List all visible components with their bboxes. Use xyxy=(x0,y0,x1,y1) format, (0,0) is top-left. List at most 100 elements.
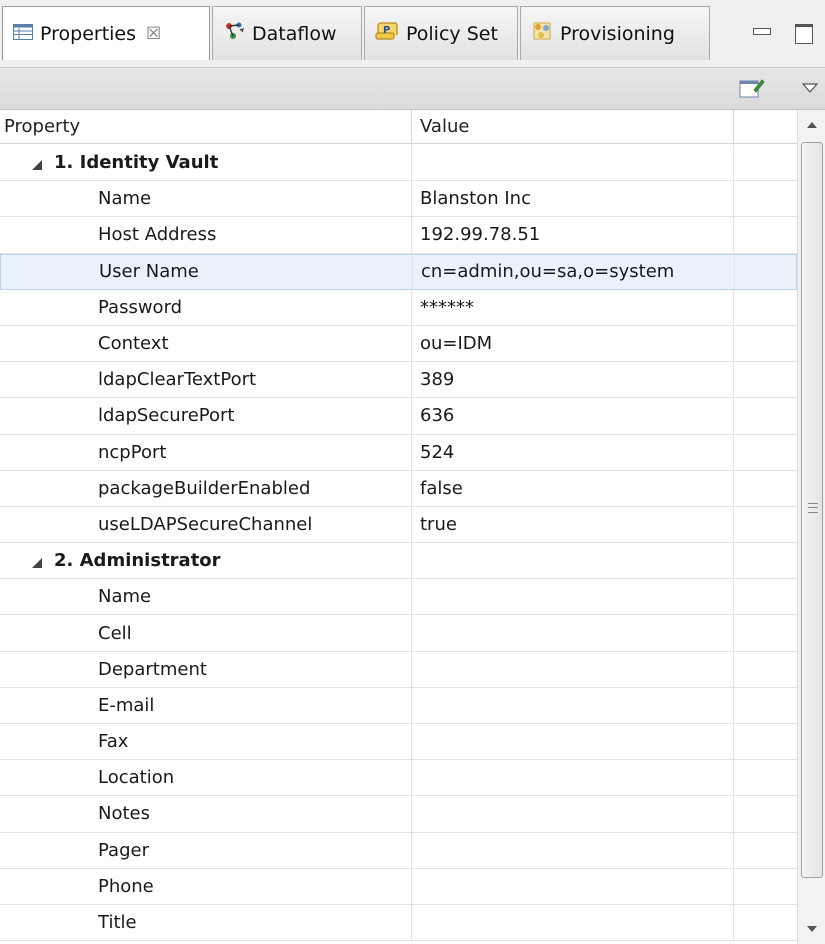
table-row[interactable]: Name xyxy=(0,579,797,616)
property-cell: Name xyxy=(0,579,412,615)
table-row[interactable]: Host Address 192.99.78.51 xyxy=(0,217,797,254)
value-cell[interactable] xyxy=(412,904,734,941)
property-cell: User Name xyxy=(1,254,413,289)
table-body: 1. Identity Vault Name Blanston Inc Host… xyxy=(0,145,797,942)
spacer-cell xyxy=(735,255,797,289)
table-row[interactable]: Password ****** xyxy=(0,289,797,326)
table-row[interactable]: packageBuilderEnabled false xyxy=(0,470,797,507)
properties-table: Property Value 1. Identity Vault Name Bl… xyxy=(0,110,797,944)
spacer-cell xyxy=(734,833,797,868)
value-cell[interactable] xyxy=(412,796,734,832)
value-cell[interactable] xyxy=(412,615,734,651)
property-cell: Name xyxy=(0,181,412,217)
column-header-property[interactable]: Property xyxy=(0,110,412,144)
scroll-down-arrow-icon[interactable] xyxy=(798,914,825,944)
table-row[interactable]: Title xyxy=(0,904,797,942)
property-cell: packageBuilderEnabled xyxy=(0,470,412,506)
spacer-cell xyxy=(734,760,797,795)
table-row[interactable]: ldapSecurePort 636 xyxy=(0,398,797,435)
value-cell[interactable] xyxy=(412,724,734,760)
maximize-icon[interactable] xyxy=(794,22,814,44)
pin-editor-icon[interactable] xyxy=(738,76,766,100)
table-row[interactable]: Name Blanston Inc xyxy=(0,181,797,218)
spacer-cell xyxy=(734,543,797,578)
close-icon[interactable]: ☒ xyxy=(146,24,161,44)
value-cell[interactable] xyxy=(412,651,734,687)
column-header-value[interactable]: Value xyxy=(412,110,734,144)
spacer-cell xyxy=(734,724,797,759)
value-cell[interactable] xyxy=(412,868,734,904)
tab-properties[interactable]: Properties ☒ xyxy=(2,6,210,60)
value-cell[interactable] xyxy=(412,687,734,723)
value-cell[interactable]: 636 xyxy=(412,398,734,434)
value-cell[interactable]: ****** xyxy=(412,289,734,325)
view-tab-bar: Properties ☒ Dataflow P Policy Set Provi… xyxy=(0,0,825,68)
view-menu-icon[interactable] xyxy=(801,80,819,94)
tab-label: Policy Set xyxy=(406,22,498,45)
group-label-cell: 2. Administrator xyxy=(0,543,412,579)
value-cell[interactable] xyxy=(412,579,734,615)
spacer-cell xyxy=(734,652,797,687)
spacer-cell xyxy=(734,905,797,940)
value-cell[interactable]: 389 xyxy=(412,362,734,398)
table-row[interactable]: ncpPort 524 xyxy=(0,434,797,471)
property-cell: ldapClearTextPort xyxy=(0,362,412,398)
table-row[interactable]: useLDAPSecureChannel true xyxy=(0,506,797,544)
spacer-cell xyxy=(734,217,797,252)
value-cell[interactable]: 192.99.78.51 xyxy=(412,217,734,253)
expanded-triangle-icon[interactable] xyxy=(32,557,42,568)
table-row[interactable]: E-mail xyxy=(0,687,797,724)
value-cell[interactable]: 524 xyxy=(412,434,734,470)
table-row[interactable]: Pager xyxy=(0,832,797,869)
value-cell[interactable]: true xyxy=(412,506,734,543)
table-row[interactable]: Phone xyxy=(0,868,797,905)
policy-set-icon: P xyxy=(375,21,399,46)
tab-label: Properties xyxy=(40,22,137,45)
table-row[interactable]: Fax xyxy=(0,724,797,761)
table-row[interactable]: Location xyxy=(0,760,797,797)
tab-label: Dataflow xyxy=(252,22,337,45)
minimize-icon[interactable] xyxy=(752,22,772,42)
table-row[interactable]: Department xyxy=(0,651,797,688)
table-row[interactable]: Notes xyxy=(0,796,797,833)
value-cell[interactable]: ou=IDM xyxy=(412,325,734,362)
property-cell: Phone xyxy=(0,868,412,904)
scroll-up-arrow-icon[interactable] xyxy=(798,110,825,140)
value-cell[interactable] xyxy=(412,760,734,796)
expanded-triangle-icon[interactable] xyxy=(32,159,42,170)
dataflow-icon xyxy=(223,21,245,46)
table-row[interactable]: ldapClearTextPort 389 xyxy=(0,362,797,399)
property-cell: ldapSecurePort xyxy=(0,398,412,434)
property-cell: E-mail xyxy=(0,687,412,723)
spacer-cell xyxy=(734,869,797,904)
spacer-cell xyxy=(734,181,797,216)
value-cell[interactable]: Blanston Inc xyxy=(412,181,734,217)
vertical-scrollbar[interactable] xyxy=(797,110,825,944)
group-label: 2. Administrator xyxy=(54,550,221,572)
tab-policy-set[interactable]: P Policy Set xyxy=(364,6,518,60)
properties-table-icon xyxy=(13,23,33,45)
spacer-cell xyxy=(734,507,797,542)
value-cell[interactable]: false xyxy=(412,470,734,506)
spacer-cell xyxy=(734,362,797,397)
provisioning-icon xyxy=(531,20,553,47)
property-cell: Fax xyxy=(0,724,412,760)
group-label: 1. Identity Vault xyxy=(54,152,219,174)
table-row[interactable]: Cell xyxy=(0,615,797,652)
spacer-cell xyxy=(734,290,797,325)
property-cell: Title xyxy=(0,904,412,941)
tab-dataflow[interactable]: Dataflow xyxy=(212,6,362,60)
spacer-cell xyxy=(734,615,797,650)
spacer-cell xyxy=(734,398,797,433)
value-cell[interactable] xyxy=(412,832,734,868)
group-row-identity-vault[interactable]: 1. Identity Vault xyxy=(0,145,797,182)
table-row-selected[interactable]: User Name cn=admin,ou=sa,o=system xyxy=(0,253,797,290)
spacer-cell xyxy=(734,326,797,361)
tab-provisioning[interactable]: Provisioning xyxy=(520,6,710,60)
value-cell[interactable]: cn=admin,ou=sa,o=system xyxy=(413,254,735,289)
table-row[interactable]: Context ou=IDM xyxy=(0,325,797,363)
spacer-cell xyxy=(734,435,797,470)
scrollbar-thumb[interactable] xyxy=(801,142,823,878)
spacer-cell xyxy=(734,145,797,180)
group-row-administrator[interactable]: 2. Administrator xyxy=(0,543,797,580)
